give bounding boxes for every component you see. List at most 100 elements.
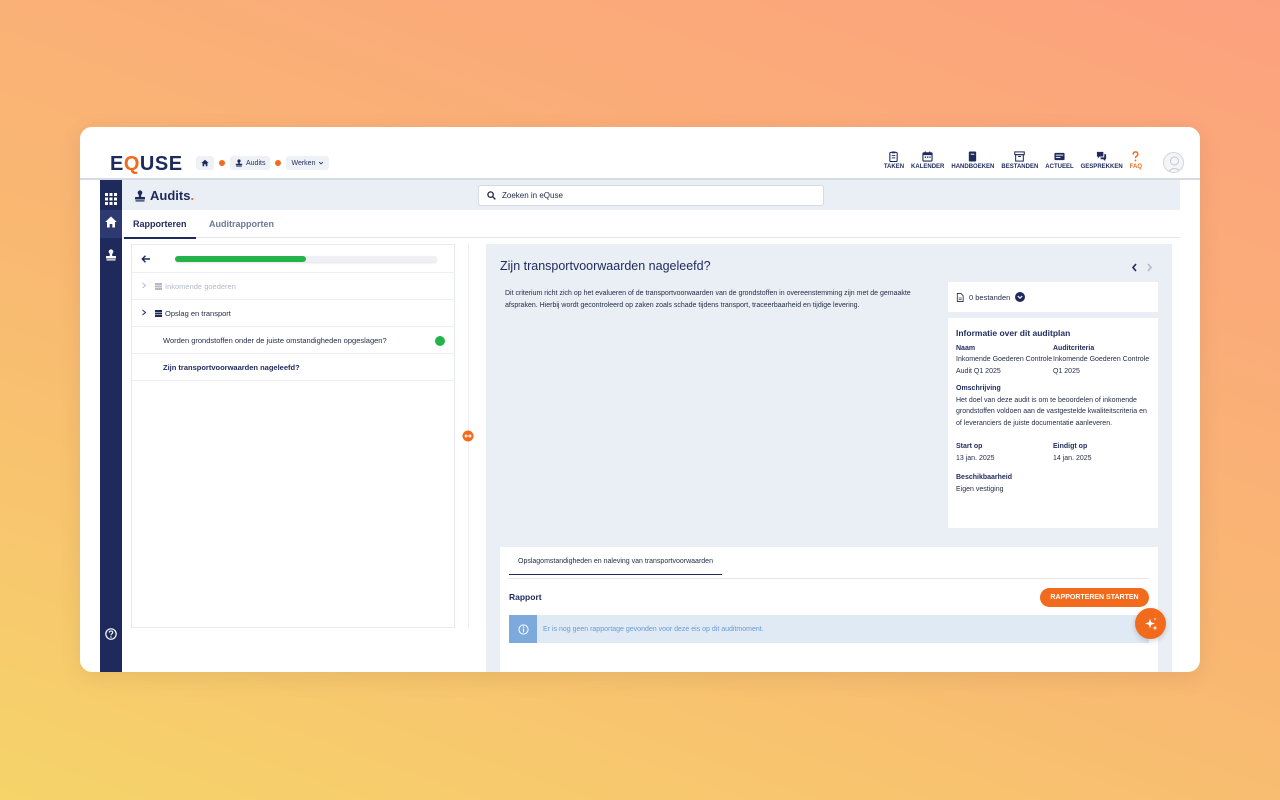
- chevron-right-icon: [141, 282, 147, 291]
- ai-assistant-button[interactable]: [1135, 608, 1166, 639]
- no-report-alert-text: Er is nog geen rapportage gevonden voor …: [543, 625, 764, 633]
- nav-actueel[interactable]: ACTUEEL: [1045, 151, 1074, 170]
- files-count: 0 bestanden: [969, 292, 1011, 302]
- auditplan-info-card: Informatie over dit auditplan Naam Inkome…: [948, 318, 1158, 528]
- sparkles-icon: [1144, 617, 1157, 630]
- apps-grid-icon[interactable]: [105, 193, 117, 205]
- tab-bar: Rapporteren Auditrapporten: [122, 211, 1180, 239]
- tree-item-opslag-en-transport[interactable]: Opslag en transport: [132, 300, 454, 327]
- stamp-icon[interactable]: [105, 249, 117, 261]
- nav-handboeken[interactable]: HANDBOEKEN: [951, 151, 994, 170]
- chevron-down-icon: [319, 161, 324, 165]
- omschrijving-value: Het doel van deze audit is om te beoorde…: [956, 396, 1147, 427]
- file-icon: [956, 292, 964, 302]
- chat-icon: [1097, 151, 1107, 162]
- breadcrumb-werken-dropdown[interactable]: Werken: [286, 156, 330, 170]
- nav-handboeken-label: HANDBOEKEN: [951, 164, 995, 170]
- breadcrumb-audits[interactable]: Audits: [230, 156, 271, 170]
- tree-header: [132, 245, 454, 273]
- logo-text-e: E: [110, 153, 124, 175]
- progress-bar: [175, 256, 437, 262]
- nav-taken-label: TAKEN: [883, 164, 905, 170]
- beschikbaarheid-label: Beschikbaarheid: [956, 474, 1013, 481]
- chevron-right-icon: [141, 309, 147, 318]
- report-card: Opslagomstandigheden en naleving van tra…: [500, 547, 1158, 672]
- breadcrumb-home[interactable]: [196, 156, 214, 170]
- no-report-alert: Er is nog geen rapportage gevonden voor …: [509, 615, 1149, 643]
- module-title-dot: .: [190, 188, 195, 203]
- criterion-detail-panel: Zijn transportvoorwaarden nageleefd? Dit…: [486, 244, 1172, 672]
- grid-icon: [155, 282, 162, 290]
- info-row-dates: Start op 13 jan. 2025 Eindigt op 14 jan. 2…: [956, 441, 1150, 464]
- auditcriteria-label: Auditcriteria: [1053, 344, 1095, 352]
- stamp-icon: [135, 189, 145, 201]
- help-circle-icon[interactable]: [105, 628, 117, 640]
- module-header: Audits. Zoeken in eQuse: [122, 180, 1180, 210]
- breadcrumb-separator: [219, 160, 225, 166]
- breadcrumb-audits-label: Audits: [246, 159, 266, 167]
- breadcrumb-werken-label: Werken: [291, 159, 316, 167]
- beschikbaarheid-value: Eigen vestiging: [956, 485, 1004, 493]
- nav-gesprekken-label: GESPREKKEN: [1080, 164, 1123, 170]
- book-icon: [969, 151, 977, 162]
- status-complete-dot: [435, 336, 445, 346]
- resize-handle-icon[interactable]: [462, 430, 474, 442]
- nav-kalender[interactable]: KALENDER: [911, 151, 944, 170]
- info-card-title: Informatie over dit auditplan: [956, 328, 1071, 338]
- start-value: 13 jan. 2025: [956, 454, 995, 462]
- chevron-right-icon[interactable]: [1146, 263, 1153, 272]
- clipboard-icon: [889, 151, 899, 162]
- nav-faq[interactable]: FAQ: [1130, 151, 1142, 170]
- search-icon: [487, 191, 496, 200]
- nav-actueel-label: ACTUEEL: [1045, 164, 1074, 170]
- arrow-left-icon[interactable]: [141, 254, 151, 264]
- chevron-left-icon[interactable]: [1131, 263, 1138, 272]
- nav-faq-label: FAQ: [1129, 164, 1142, 170]
- tree-item-inkomende-goederen[interactable]: Inkomende goederen: [132, 273, 454, 300]
- tree-item-transportvoorwaarden[interactable]: Zijn transportvoorwaarden nageleefd?: [132, 354, 454, 381]
- equse-logo[interactable]: EQUSE: [110, 153, 183, 176]
- avatar[interactable]: [1163, 152, 1184, 173]
- nav-gesprekken[interactable]: GESPREKKEN: [1081, 151, 1123, 170]
- report-tab-divider: [509, 578, 1149, 579]
- end-value: 14 jan. 2025: [1053, 454, 1092, 462]
- criterion-title: Zijn transportvoorwaarden nageleefd?: [500, 259, 711, 273]
- criterion-description: Dit criterium richt zich op het evaluere…: [505, 290, 911, 309]
- question-icon: [1132, 151, 1139, 162]
- nav-kalender-label: KALENDER: [911, 164, 945, 170]
- chevron-down-circle-icon: [1015, 292, 1026, 302]
- nav-taken[interactable]: TAKEN: [884, 151, 904, 170]
- module-title: Audits.: [134, 188, 194, 203]
- user-icon: [1167, 156, 1182, 172]
- search-placeholder: Zoeken in eQuse: [502, 191, 563, 200]
- top-bar: EQUSE Audits Werken TAKEN KALENDER HANDB…: [80, 127, 1200, 180]
- files-dropdown[interactable]: 0 bestanden: [948, 282, 1158, 312]
- tree-item-label: Opslag en transport: [165, 308, 231, 318]
- tree-item-label: Worden grondstoffen onder de juiste omst…: [163, 335, 387, 345]
- search-input[interactable]: Zoeken in eQuse: [478, 185, 824, 206]
- top-navigation: TAKEN KALENDER HANDBOEKEN BESTANDEN ACTU…: [884, 151, 1142, 170]
- home-icon[interactable]: [105, 216, 117, 228]
- news-icon: [1054, 152, 1065, 161]
- naam-label: Naam: [956, 344, 976, 352]
- nav-bestanden[interactable]: BESTANDEN: [1001, 151, 1038, 170]
- start-label: Start op: [956, 443, 983, 450]
- tab-auditrapporten[interactable]: Auditrapporten: [209, 219, 274, 229]
- criteria-tree-panel: Inkomende goederen Opslag en transport W…: [131, 244, 455, 628]
- home-icon: [201, 159, 209, 167]
- app-window: EQUSE Audits Werken TAKEN KALENDER HANDB…: [80, 127, 1200, 672]
- end-label: Eindigt op: [1053, 443, 1088, 450]
- start-reporting-button[interactable]: RAPPORTEREN STARTEN: [1040, 588, 1149, 607]
- tree-item-grondstoffen-opgeslagen[interactable]: Worden grondstoffen onder de juiste omst…: [132, 327, 454, 354]
- tab-opslagomstandigheden[interactable]: Opslagomstandigheden en naleving van tra…: [509, 558, 722, 575]
- info-row-naam-criteria: Naam Inkomende Goederen Controle Audit Q1…: [956, 343, 1150, 378]
- side-rail: [100, 180, 122, 672]
- tab-rapporteren[interactable]: Rapporteren: [124, 219, 195, 239]
- breadcrumb: Audits Werken: [196, 156, 330, 170]
- stamp-icon: [235, 159, 243, 167]
- archive-icon: [1014, 151, 1026, 162]
- report-title: Rapport: [509, 592, 542, 602]
- progress-bar-fill: [175, 256, 306, 262]
- logo-text-use: USE: [139, 153, 183, 175]
- tree-item-label: Zijn transportvoorwaarden nageleefd?: [163, 362, 300, 372]
